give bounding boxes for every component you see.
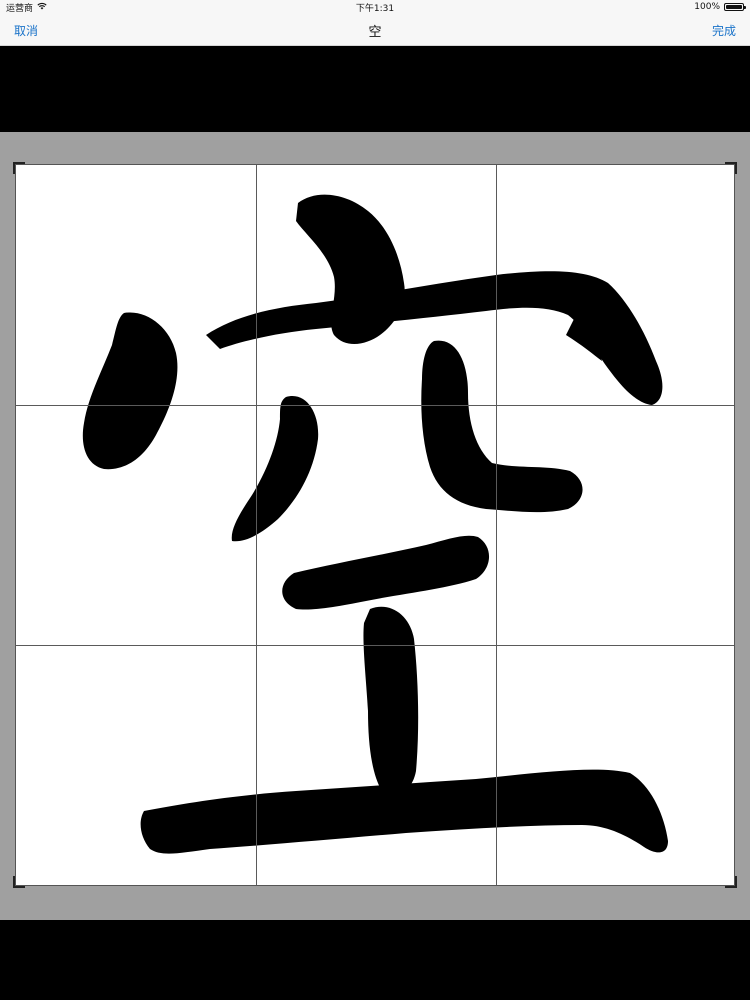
battery-percent: 100%	[694, 2, 720, 12]
glyph-stroke-earth-vertical	[363, 606, 419, 796]
grid-line-vertical-2	[496, 165, 497, 885]
glyph-stroke-earth-top	[282, 535, 490, 610]
crop-handle-top-right[interactable]	[725, 162, 737, 174]
calligraphy-image	[82, 194, 668, 854]
glyph-stroke-mid-left	[231, 396, 319, 542]
battery-fill	[726, 5, 742, 9]
done-button[interactable]: 完成	[712, 14, 736, 46]
battery-icon	[724, 3, 746, 11]
screen: 运营商 下午1:31 100% 取消 空 完成	[0, 0, 750, 1000]
crop-handle-bottom-right[interactable]	[725, 876, 737, 888]
status-left: 运营商	[6, 0, 47, 14]
crop-area	[0, 132, 750, 920]
glyph-stroke-mid-right	[421, 340, 583, 513]
grid-line-horizontal-1	[16, 405, 734, 406]
grid-line-horizontal-2	[16, 645, 734, 646]
crop-handle-bottom-left[interactable]	[13, 876, 25, 888]
page-title: 空	[368, 24, 382, 40]
crop-frame[interactable]	[13, 162, 737, 888]
status-center: 下午1:31	[0, 0, 750, 14]
wifi-icon	[37, 2, 47, 13]
glyph-stroke-left-dot	[82, 312, 178, 470]
status-bar: 运营商 下午1:31 100%	[0, 0, 750, 14]
crop-handle-top-left[interactable]	[13, 162, 25, 174]
grid-line-vertical-1	[256, 165, 257, 885]
status-time: 下午1:31	[355, 3, 395, 14]
status-right: 100%	[694, 0, 746, 14]
carrier-label: 运营商	[6, 3, 34, 14]
navigation-bar: 取消 空 完成	[0, 14, 750, 46]
